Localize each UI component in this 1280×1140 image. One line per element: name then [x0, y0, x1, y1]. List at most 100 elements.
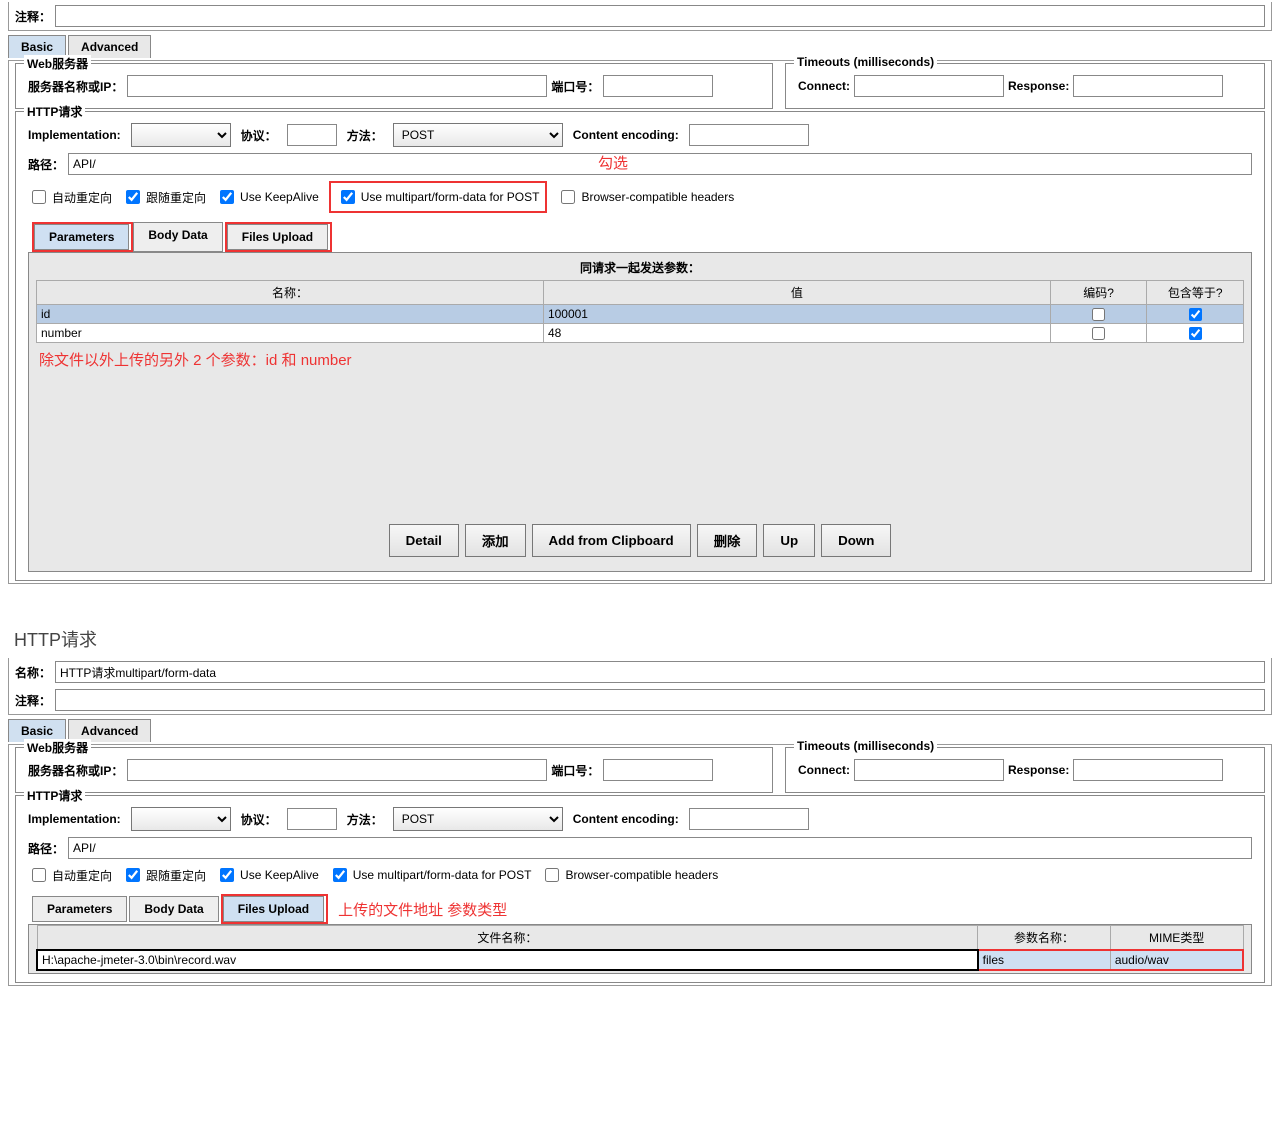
connect-input[interactable] [854, 75, 1004, 97]
cb-followredirect-label: 跟随重定向 [146, 189, 206, 206]
encoding-input2[interactable] [689, 808, 809, 830]
encoding-label2: Content encoding: [573, 812, 679, 826]
method-select2[interactable]: POST [393, 807, 563, 831]
webserver-legend2: Web服务器 [24, 739, 91, 756]
include-checkbox[interactable] [1189, 327, 1202, 340]
connect-label2: Connect: [798, 763, 850, 777]
server-input[interactable] [127, 75, 547, 97]
port-label: 端口号： [551, 78, 599, 95]
server-label: 服务器名称或IP： [28, 78, 123, 95]
cb-label: 跟随重定向 [146, 867, 206, 884]
cb-label: Browser-compatible headers [565, 868, 718, 882]
subtab-parameters[interactable]: Parameters [34, 224, 129, 250]
cb-followredirect[interactable]: 跟随重定向 [122, 187, 206, 207]
impl-label2: Implementation: [28, 812, 121, 826]
path-label: 路径： [28, 156, 64, 173]
col-encode: 编码? [1050, 281, 1147, 305]
encoding-label: Content encoding: [573, 128, 679, 142]
detail-button[interactable]: Detail [389, 524, 459, 557]
annotation-check: 勾选 [598, 152, 628, 173]
cb-followredirect2[interactable]: 跟随重定向 [122, 865, 206, 885]
cell-mime[interactable]: audio/wav [1110, 950, 1243, 970]
add-button[interactable]: 添加 [465, 524, 526, 557]
protocol-input[interactable] [287, 124, 337, 146]
connect-input2[interactable] [854, 759, 1004, 781]
port-input2[interactable] [603, 759, 713, 781]
cb-keepalive-label: Use KeepAlive [240, 190, 319, 204]
cb-multipart-label: Use multipart/form-data for POST [361, 190, 540, 204]
params-table: 名称： 值 编码? 包含等于? id 100001 number [36, 280, 1244, 343]
down-button[interactable]: Down [821, 524, 891, 557]
cb-browser[interactable]: Browser-compatible headers [557, 187, 734, 207]
include-checkbox[interactable] [1189, 308, 1202, 321]
cb-browser2[interactable]: Browser-compatible headers [541, 865, 718, 885]
timeouts-legend: Timeouts (milliseconds) [794, 55, 937, 69]
addclip-button[interactable]: Add from Clipboard [532, 524, 691, 557]
encoding-input[interactable] [689, 124, 809, 146]
http-legend2: HTTP请求 [24, 787, 85, 804]
method-label2: 方法： [347, 811, 383, 828]
encode-checkbox[interactable] [1092, 327, 1105, 340]
impl-select2[interactable] [131, 807, 231, 831]
name-input[interactable] [55, 661, 1265, 683]
section-title: HTTP请求 [0, 614, 1280, 656]
port-label2: 端口号： [551, 762, 599, 779]
cell[interactable]: id [37, 305, 544, 324]
col-mime: MIME类型 [1110, 926, 1243, 951]
path-input2[interactable] [68, 837, 1252, 859]
col-value: 值 [543, 281, 1050, 305]
annotation-files: 上传的文件地址 参数类型 [338, 899, 507, 920]
response-label2: Response: [1008, 763, 1069, 777]
params-title: 同请求一起发送参数： [29, 253, 1251, 280]
cb-autoredirect[interactable]: 自动重定向 [28, 187, 112, 207]
comment-input[interactable] [55, 5, 1265, 27]
annotation-params: 除文件以外上传的另外 2 个参数：id 和 number [29, 343, 1251, 376]
impl-select[interactable] [131, 123, 231, 147]
delete-button[interactable]: 删除 [697, 524, 758, 557]
cb-label: Use KeepAlive [240, 868, 319, 882]
cell-param[interactable]: files [978, 950, 1111, 970]
port-input[interactable] [603, 75, 713, 97]
col-param: 参数名称： [978, 926, 1111, 951]
method-select[interactable]: POST [393, 123, 563, 147]
server-input2[interactable] [127, 759, 547, 781]
subtab-bodydata[interactable]: Body Data [133, 222, 222, 252]
path-input[interactable] [68, 153, 1252, 175]
cell[interactable]: 48 [543, 324, 1050, 343]
protocol-input2[interactable] [287, 808, 337, 830]
cb-label: 自动重定向 [52, 867, 112, 884]
cb-multipart[interactable]: Use multipart/form-data for POST [337, 187, 540, 207]
response-input2[interactable] [1073, 759, 1223, 781]
table-row[interactable]: number 48 [37, 324, 1244, 343]
subtab-parameters2[interactable]: Parameters [32, 896, 127, 922]
col-path: 文件名称： [37, 926, 978, 951]
cb-keepalive[interactable]: Use KeepAlive [216, 187, 319, 207]
subtab-filesupload2[interactable]: Files Upload [223, 896, 324, 922]
cell[interactable]: 100001 [543, 305, 1050, 324]
subtab-bodydata2[interactable]: Body Data [129, 896, 218, 922]
up-button[interactable]: Up [763, 524, 815, 557]
response-label: Response: [1008, 79, 1069, 93]
http-legend: HTTP请求 [24, 103, 85, 120]
server-label2: 服务器名称或IP： [28, 762, 123, 779]
col-include: 包含等于? [1147, 281, 1244, 305]
cb-autoredirect-label: 自动重定向 [52, 189, 112, 206]
table-row[interactable]: H:\apache-jmeter-3.0\bin\record.wav file… [37, 950, 1243, 970]
comment-label2: 注释： [15, 692, 51, 709]
webserver-legend: Web服务器 [24, 55, 91, 72]
response-input[interactable] [1073, 75, 1223, 97]
protocol-label: 协议： [241, 127, 277, 144]
cb-autoredirect2[interactable]: 自动重定向 [28, 865, 112, 885]
impl-label: Implementation: [28, 128, 121, 142]
cb-multipart2[interactable]: Use multipart/form-data for POST [329, 865, 532, 885]
cb-keepalive2[interactable]: Use KeepAlive [216, 865, 319, 885]
subtab-filesupload[interactable]: Files Upload [227, 224, 328, 250]
table-row[interactable]: id 100001 [37, 305, 1244, 324]
timeouts-legend2: Timeouts (milliseconds) [794, 739, 937, 753]
name-label: 名称： [15, 664, 51, 681]
encode-checkbox[interactable] [1092, 308, 1105, 321]
cell[interactable]: number [37, 324, 544, 343]
cb-label: Use multipart/form-data for POST [353, 868, 532, 882]
cell-path[interactable]: H:\apache-jmeter-3.0\bin\record.wav [37, 950, 978, 970]
comment-input2[interactable] [55, 689, 1265, 711]
